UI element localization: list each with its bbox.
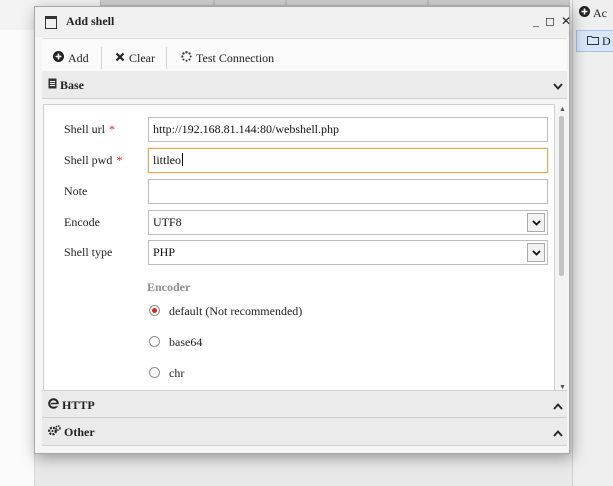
section-title-other: Other	[48, 425, 95, 440]
dialog-titlebar[interactable]: Add shell _ ◻ ✕	[35, 7, 571, 37]
spinner-icon	[181, 50, 192, 66]
close-button[interactable]: ✕	[561, 14, 571, 28]
add-button[interactable]: Add	[53, 49, 89, 67]
category-item-default[interactable]: D	[576, 30, 613, 52]
chevron-down-icon	[553, 79, 563, 94]
section-title-base: Base	[48, 78, 84, 93]
encoder-option-default-label: default (Not recommended)	[169, 304, 303, 318]
shell-url-label: Shell url *	[64, 122, 115, 136]
content-scrollbar[interactable]: ▲ ▼	[556, 104, 567, 392]
gears-icon	[48, 425, 61, 440]
add-category-label: Ac	[593, 5, 607, 20]
document-icon	[48, 78, 57, 93]
encoder-radio-chr[interactable]	[149, 367, 160, 378]
section-header-other[interactable]: Other	[42, 418, 567, 446]
add-category-button[interactable]: Ac	[579, 2, 607, 24]
folder-icon	[587, 34, 599, 49]
shell-pwd-label: Shell pwd *	[64, 153, 123, 167]
test-connection-label: Test Connection	[196, 50, 275, 65]
section-label-http: HTTP	[62, 398, 95, 412]
section-title-http: HTTP	[48, 398, 95, 413]
chevron-up-icon	[553, 399, 563, 414]
shell-url-input[interactable]	[148, 117, 548, 142]
encoder-option-chr-label: chr	[169, 366, 185, 380]
toolbar-divider	[166, 47, 167, 69]
dialog-title: Add shell	[66, 14, 115, 28]
minimize-button[interactable]: _	[533, 14, 539, 28]
chevron-up-icon	[553, 426, 563, 441]
background-left-panel	[0, 30, 35, 486]
section-header-base[interactable]: Base	[42, 71, 567, 99]
internet-explorer-icon	[48, 398, 59, 413]
base-section-content: Shell url* Shell pwd* littleo Note Encod…	[43, 104, 555, 392]
add-shell-dialog: Add shell _ ◻ ✕ Add Clear Test Connectio…	[34, 6, 571, 454]
encode-selected-value: UTF8	[153, 215, 182, 229]
note-label: Note	[64, 184, 88, 198]
test-connection-button[interactable]: Test Connection	[181, 49, 274, 67]
add-button-label: Add	[68, 50, 89, 65]
chevron-down-icon[interactable]	[527, 213, 545, 232]
required-marker: *	[109, 122, 115, 136]
section-label-base: Base	[60, 78, 84, 92]
scrollbar-thumb[interactable]	[559, 116, 564, 276]
encoder-radio-default[interactable]	[149, 305, 160, 316]
note-input[interactable]	[148, 179, 548, 204]
section-label-other: Other	[64, 425, 95, 439]
encode-label: Encode	[64, 215, 100, 229]
plus-circle-icon	[53, 50, 64, 66]
plus-circle-icon	[579, 5, 590, 21]
toolbar-divider	[101, 47, 102, 69]
maximize-button[interactable]: ◻	[545, 14, 555, 28]
encoder-group-title: Encoder	[147, 280, 191, 294]
background-right-panel: Ac D	[572, 0, 613, 486]
encoder-radio-base64[interactable]	[149, 336, 160, 347]
clear-button[interactable]: Clear	[115, 49, 155, 67]
shell-type-select[interactable]: PHP	[148, 240, 548, 265]
encoder-option-base64-label: base64	[169, 335, 203, 349]
required-marker: *	[116, 153, 123, 167]
category-label: D	[602, 33, 611, 48]
chevron-down-icon[interactable]	[527, 243, 545, 262]
clear-button-label: Clear	[129, 50, 155, 65]
shell-type-selected-value: PHP	[153, 245, 176, 259]
window-icon	[45, 16, 57, 29]
section-header-http[interactable]: HTTP	[42, 390, 567, 418]
scroll-up-arrow-icon[interactable]: ▲	[559, 105, 566, 113]
close-x-icon	[115, 51, 125, 66]
encode-select[interactable]: UTF8	[148, 210, 548, 235]
shell-type-label: Shell type	[64, 245, 113, 259]
shell-pwd-input[interactable]: littleo	[148, 148, 548, 173]
